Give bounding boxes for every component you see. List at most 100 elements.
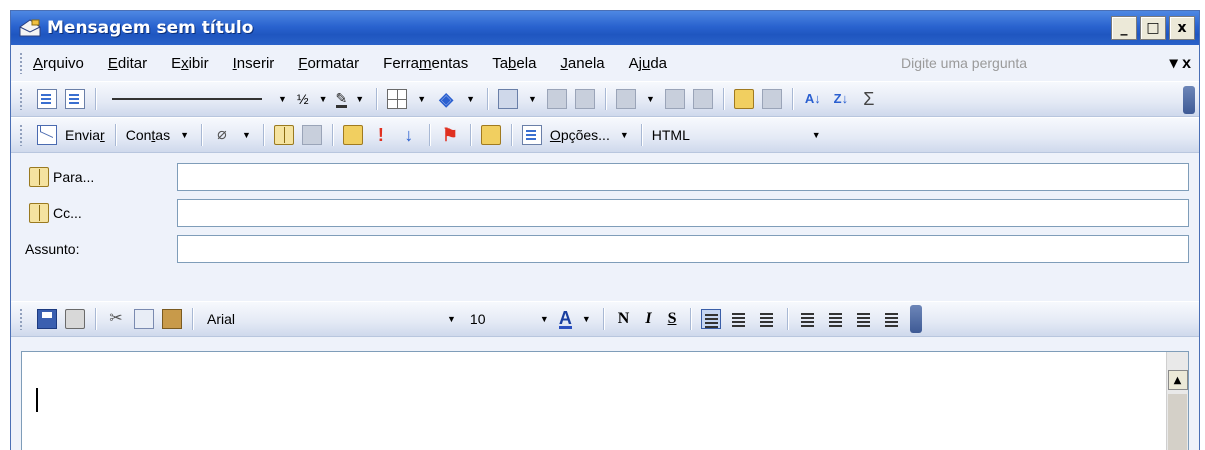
scroll-track[interactable] xyxy=(1168,394,1187,450)
follow-up-flag-icon[interactable]: ⚑ xyxy=(440,125,460,145)
cut-icon[interactable]: ✂ xyxy=(106,309,126,329)
font-size-select[interactable]: 10 xyxy=(470,311,530,327)
sort-descending-icon[interactable]: Z↓ xyxy=(831,89,851,109)
split-cells-icon[interactable] xyxy=(574,89,595,109)
chevron-down-icon[interactable]: ▼ xyxy=(417,94,426,104)
separator xyxy=(604,88,606,110)
attach-file-icon[interactable]: ⌀ xyxy=(212,125,232,145)
grip-handle[interactable] xyxy=(19,52,23,74)
menu-editar[interactable]: Editar xyxy=(108,55,147,72)
align-left-icon[interactable] xyxy=(701,309,722,329)
grip-handle[interactable] xyxy=(19,308,23,330)
message-format-select[interactable]: HTML xyxy=(652,127,802,143)
address-book-icon xyxy=(29,203,49,223)
align-center-icon[interactable] xyxy=(729,309,749,329)
underline-button[interactable]: S xyxy=(668,310,677,328)
bold-button[interactable]: N xyxy=(618,310,630,328)
text-direction-icon[interactable] xyxy=(761,89,782,109)
low-importance-icon[interactable]: ↓ xyxy=(399,125,419,145)
toolbar-options-button[interactable] xyxy=(1183,86,1195,114)
chevron-down-icon[interactable]: ▾ xyxy=(1170,55,1182,72)
sort-ascending-icon[interactable]: A↓ xyxy=(803,89,823,109)
save-icon[interactable] xyxy=(37,309,57,329)
paste-icon[interactable] xyxy=(162,309,182,329)
options-button[interactable]: Opções... xyxy=(550,127,610,143)
chevron-down-icon[interactable]: ▼ xyxy=(620,130,629,140)
line-style-selector[interactable] xyxy=(112,98,262,100)
decrease-indent-icon[interactable] xyxy=(854,309,874,329)
menu-exibir[interactable]: Exibir xyxy=(171,55,209,72)
chevron-down-icon[interactable]: ▼ xyxy=(528,94,537,104)
menu-ferramentas[interactable]: Ferramentas xyxy=(383,55,468,72)
title-bar[interactable]: Mensagem sem título _ □ x xyxy=(11,11,1199,45)
scroll-up-arrow-icon[interactable]: ▲ xyxy=(1167,370,1188,390)
toolbar-options-button[interactable] xyxy=(910,305,923,333)
new-document-icon[interactable] xyxy=(37,89,57,109)
align-cell-icon[interactable] xyxy=(615,89,636,109)
permission-icon[interactable] xyxy=(342,125,363,145)
distribute-columns-icon[interactable] xyxy=(692,89,713,109)
options-icon[interactable] xyxy=(521,125,542,145)
chevron-down-icon[interactable]: ▼ xyxy=(278,94,287,104)
draw-table-icon[interactable] xyxy=(65,89,85,109)
send-icon[interactable] xyxy=(37,125,57,145)
menu-ajuda[interactable]: Ajuda xyxy=(629,55,667,72)
menu-arquivo[interactable]: Arquivo xyxy=(33,55,84,72)
ask-question-box[interactable]: Digite uma pergunta xyxy=(901,55,1027,71)
envelope-app-icon xyxy=(19,18,41,38)
chevron-down-icon[interactable]: ▼ xyxy=(812,130,821,140)
grip-handle[interactable] xyxy=(19,124,23,146)
shading-color-icon[interactable]: ◈ xyxy=(436,89,456,109)
chevron-down-icon[interactable]: ▼ xyxy=(180,130,189,140)
menu-inserir[interactable]: Inserir xyxy=(233,55,275,72)
menu-formatar[interactable]: Formatar xyxy=(298,55,359,72)
menu-tabela[interactable]: Tabela xyxy=(492,55,536,72)
merge-cells-icon[interactable] xyxy=(546,89,567,109)
copy-icon[interactable] xyxy=(134,309,154,329)
grip-handle[interactable] xyxy=(19,88,23,110)
subject-field[interactable] xyxy=(177,235,1189,263)
table-toolbar: ▼ ½ ▼ ✎ ▼ ▼ ◈ ▼ ▼ ▼ A↓ Z↓ Σ xyxy=(11,81,1199,117)
distribute-rows-icon[interactable] xyxy=(664,89,685,109)
bulleted-list-icon[interactable] xyxy=(826,309,846,329)
chevron-down-icon[interactable]: ▼ xyxy=(355,94,364,104)
to-button[interactable]: Para... xyxy=(21,164,98,190)
envelope-open-icon[interactable] xyxy=(480,125,501,145)
document-close-button[interactable]: ▾ x xyxy=(1170,53,1191,73)
accounts-button[interactable]: Contas xyxy=(126,127,170,143)
border-color-pen-icon[interactable]: ✎ xyxy=(335,91,348,108)
chevron-down-icon[interactable]: ▼ xyxy=(319,94,328,104)
autosum-icon[interactable]: Σ xyxy=(859,89,879,109)
italic-button[interactable]: I xyxy=(645,310,651,328)
borders-icon[interactable] xyxy=(387,89,408,109)
font-name-select[interactable]: Arial xyxy=(207,311,437,327)
print-icon[interactable] xyxy=(65,309,85,329)
chevron-down-icon[interactable]: ▼ xyxy=(242,130,251,140)
numbered-list-icon[interactable] xyxy=(798,309,818,329)
autoformat-table-icon[interactable] xyxy=(733,89,754,109)
chevron-down-icon[interactable]: ▼ xyxy=(466,94,475,104)
close-button[interactable]: x xyxy=(1169,16,1195,40)
line-weight-selector[interactable]: ½ xyxy=(297,91,309,107)
maximize-button[interactable]: □ xyxy=(1140,16,1166,40)
chevron-down-icon[interactable]: ▼ xyxy=(582,314,591,324)
chevron-down-icon[interactable]: ▼ xyxy=(646,94,655,104)
minimize-button[interactable]: _ xyxy=(1111,16,1137,40)
separator xyxy=(201,124,202,146)
check-names-icon[interactable] xyxy=(301,125,322,145)
font-color-button[interactable]: A xyxy=(558,309,572,329)
cc-button[interactable]: Cc... xyxy=(21,200,86,226)
chevron-down-icon[interactable]: ▼ xyxy=(447,314,456,324)
align-right-icon[interactable] xyxy=(757,309,777,329)
menu-janela[interactable]: Janela xyxy=(560,55,604,72)
high-importance-icon[interactable]: ! xyxy=(371,125,391,145)
cc-field[interactable] xyxy=(177,199,1189,227)
chevron-down-icon[interactable]: ▼ xyxy=(540,314,549,324)
to-field[interactable] xyxy=(177,163,1189,191)
address-book-icon[interactable] xyxy=(273,125,294,145)
insert-table-icon[interactable] xyxy=(498,89,519,109)
send-button[interactable]: Enviar xyxy=(65,127,105,143)
message-body-editor[interactable]: ▲ xyxy=(21,351,1189,450)
vertical-scrollbar[interactable]: ▲ xyxy=(1166,352,1188,450)
increase-indent-icon[interactable] xyxy=(882,309,902,329)
